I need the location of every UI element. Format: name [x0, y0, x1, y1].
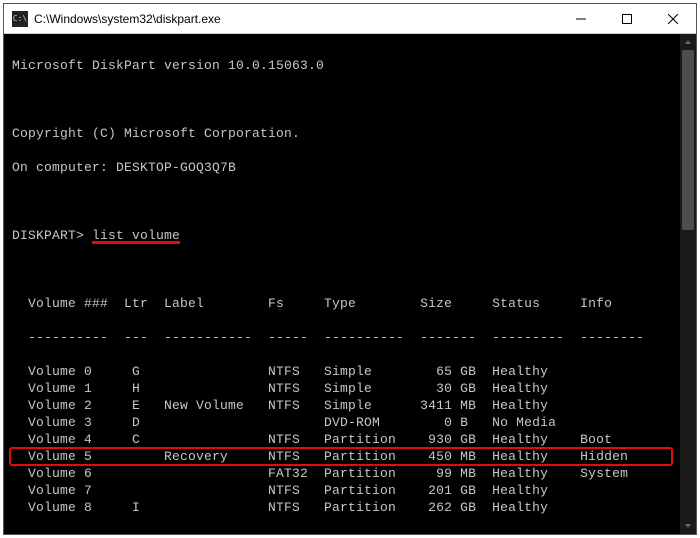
scroll-thumb[interactable]	[682, 50, 694, 230]
scroll-track[interactable]	[680, 50, 696, 518]
blank	[12, 193, 688, 210]
table-row: Volume 7 NTFS Partition 201 GB Healthy	[12, 482, 688, 499]
table-row: Volume 0 G NTFS Simple 65 GB Healthy	[12, 363, 688, 380]
maximize-button[interactable]	[604, 4, 650, 34]
scroll-down-icon[interactable]	[680, 518, 696, 534]
window-title: C:\Windows\system32\diskpart.exe	[34, 12, 221, 26]
copyright-line: Copyright (C) Microsoft Corporation.	[12, 125, 688, 142]
table-row: Volume 6 FAT32 Partition 99 MB Healthy S…	[12, 465, 688, 482]
close-button[interactable]	[650, 4, 696, 34]
app-icon: C:\	[12, 11, 28, 27]
diskpart-window: C:\ C:\Windows\system32\diskpart.exe Mic…	[3, 3, 697, 535]
table-row: Volume 5 Recovery NTFS Partition 450 MB …	[12, 448, 688, 465]
table-row: Volume 1 H NTFS Simple 30 GB Healthy	[12, 380, 688, 397]
prompt-list-volume: DISKPART> list volume	[12, 227, 688, 244]
table-divider: ---------- --- ----------- ----- -------…	[12, 329, 688, 346]
blank	[12, 261, 688, 278]
table-row: Volume 3 D DVD-ROM 0 B No Media	[12, 414, 688, 431]
vertical-scrollbar[interactable]	[680, 34, 696, 534]
blank	[12, 91, 688, 108]
table-row: Volume 8 I NTFS Partition 262 GB Healthy	[12, 499, 688, 516]
table-row: Volume 4 C NTFS Partition 930 GB Healthy…	[12, 431, 688, 448]
minimize-button[interactable]	[558, 4, 604, 34]
titlebar[interactable]: C:\ C:\Windows\system32\diskpart.exe	[4, 4, 696, 34]
cmd-list-volume: list volume	[92, 228, 180, 243]
table-header: Volume ### Ltr Label Fs Type Size Status…	[12, 295, 688, 312]
computer-line: On computer: DESKTOP-GOQ3Q7B	[12, 159, 688, 176]
console-output[interactable]: Microsoft DiskPart version 10.0.15063.0 …	[4, 34, 696, 534]
version-line: Microsoft DiskPart version 10.0.15063.0	[12, 57, 688, 74]
table-row: Volume 2 E New Volume NTFS Simple 3411 M…	[12, 397, 688, 414]
scroll-up-icon[interactable]	[680, 34, 696, 50]
blank	[12, 533, 688, 534]
